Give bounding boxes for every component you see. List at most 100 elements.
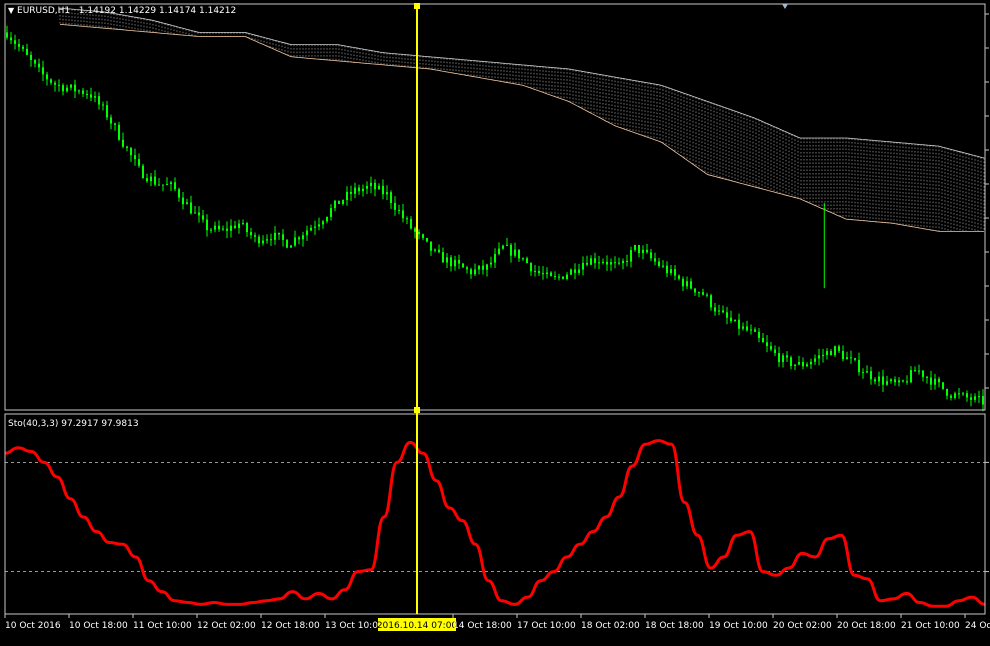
candle-body (142, 165, 144, 179)
candle-body (882, 376, 884, 385)
candle-body (150, 176, 152, 182)
candle-body (234, 225, 236, 229)
candle-body (654, 258, 656, 262)
candle-body (894, 379, 896, 383)
shift-marker-icon[interactable] (782, 4, 788, 9)
candle-body (502, 245, 504, 249)
candle-body (386, 192, 388, 195)
candle-body (230, 225, 232, 231)
candle-body (114, 123, 116, 125)
menu-triangle-icon[interactable]: ▼ (8, 6, 14, 15)
chart-canvas[interactable]: 10 Oct 2016 10 Oct 18:00 11 Oct 10:00 12 Oc… (0, 0, 990, 642)
candle-body (86, 93, 88, 95)
candle-body (886, 381, 888, 385)
candle-body (470, 269, 472, 275)
candle-body (186, 202, 188, 205)
candle-body (370, 182, 372, 186)
candle-body (754, 329, 756, 332)
candle-body (546, 272, 548, 275)
candle-body (574, 269, 576, 273)
candle-body (478, 265, 480, 270)
candle-body (434, 249, 436, 251)
candle-body (634, 245, 636, 251)
candle-body (726, 312, 728, 318)
candle-body (702, 292, 704, 295)
candle-body (878, 376, 880, 382)
candle-body (814, 358, 816, 362)
candle-body (966, 393, 968, 398)
ichimoku-cloud (59, 7, 985, 232)
candle-body (658, 261, 660, 267)
candle-body (970, 397, 972, 400)
candle-body (958, 393, 960, 395)
time-axis: 10 Oct 2016 10 Oct 18:00 11 Oct 10:00 12 Oc… (4, 614, 990, 631)
candle-body (506, 244, 508, 246)
candle-body (258, 236, 260, 244)
candle-body (750, 329, 752, 331)
candle-body (742, 326, 744, 329)
candle-body (78, 90, 80, 92)
ohlc-values: 1.14192 1.14229 1.14174 1.14212 (78, 6, 237, 16)
candle-body (978, 396, 980, 398)
cursor-handle-top[interactable] (414, 3, 420, 9)
candle-body (666, 265, 668, 274)
trading-chart[interactable]: 10 Oct 2016 10 Oct 18:00 11 Oct 10:00 12 Oc… (0, 0, 990, 642)
candle-body (422, 234, 424, 239)
candle-body (74, 84, 76, 92)
candle-body (346, 191, 348, 201)
candle-body (522, 258, 524, 260)
candle-body (350, 191, 352, 194)
candle-body (542, 273, 544, 275)
candle-body (534, 270, 536, 272)
candle-body (178, 189, 180, 198)
candle-body (818, 355, 820, 359)
crosshair-cursor[interactable] (414, 3, 420, 614)
candle-body (442, 252, 444, 263)
candle-body (62, 85, 64, 92)
candle-body (270, 239, 272, 241)
candle-body (694, 288, 696, 293)
candle-body (670, 269, 672, 274)
candle-body (182, 197, 184, 205)
symbol-header: ▼ EURUSD,H1 1.14192 1.14229 1.14174 1.14… (8, 6, 236, 16)
candle-body (410, 219, 412, 229)
candle-body (622, 260, 624, 264)
candle-body (42, 67, 44, 75)
candle-body (798, 361, 800, 365)
candle-body (250, 232, 252, 236)
candle-body (402, 210, 404, 219)
candle-body (474, 269, 476, 275)
candle-body (38, 63, 40, 68)
candle-body (362, 188, 364, 192)
candle-body (426, 238, 428, 242)
candle-body (630, 250, 632, 262)
candle-body (118, 124, 120, 140)
candle-body (778, 352, 780, 363)
pane-borders (4, 3, 986, 615)
candle-body (110, 117, 112, 124)
cloud-lower-edge (59, 23, 984, 232)
candle-body (310, 227, 312, 231)
time-axis-label: 19 Oct 10:00 (709, 621, 768, 631)
candle-body (570, 269, 572, 275)
candle-body (926, 376, 928, 378)
candle-body (890, 379, 892, 382)
symbol-name: EURUSD,H1 (17, 6, 71, 16)
candle-body (618, 262, 620, 264)
time-axis-label: 20 Oct 02:00 (773, 621, 832, 631)
candle-body (526, 258, 528, 263)
candle-body (134, 155, 136, 160)
time-axis-label: 12 Oct 02:00 (197, 621, 256, 631)
candle-body (614, 262, 616, 264)
candle-body (170, 182, 172, 184)
candle-body (870, 371, 872, 380)
candle-body (138, 159, 140, 166)
cursor-handle-bottom[interactable] (414, 407, 420, 413)
candle-body (334, 200, 336, 209)
candle-body (106, 105, 108, 118)
candle-body (26, 48, 28, 55)
candle-body (638, 245, 640, 254)
candle-body (690, 281, 692, 289)
indicator-header: Sto(40,3,3) 97.2917 97.9813 (8, 419, 139, 429)
candle-body (842, 351, 844, 360)
